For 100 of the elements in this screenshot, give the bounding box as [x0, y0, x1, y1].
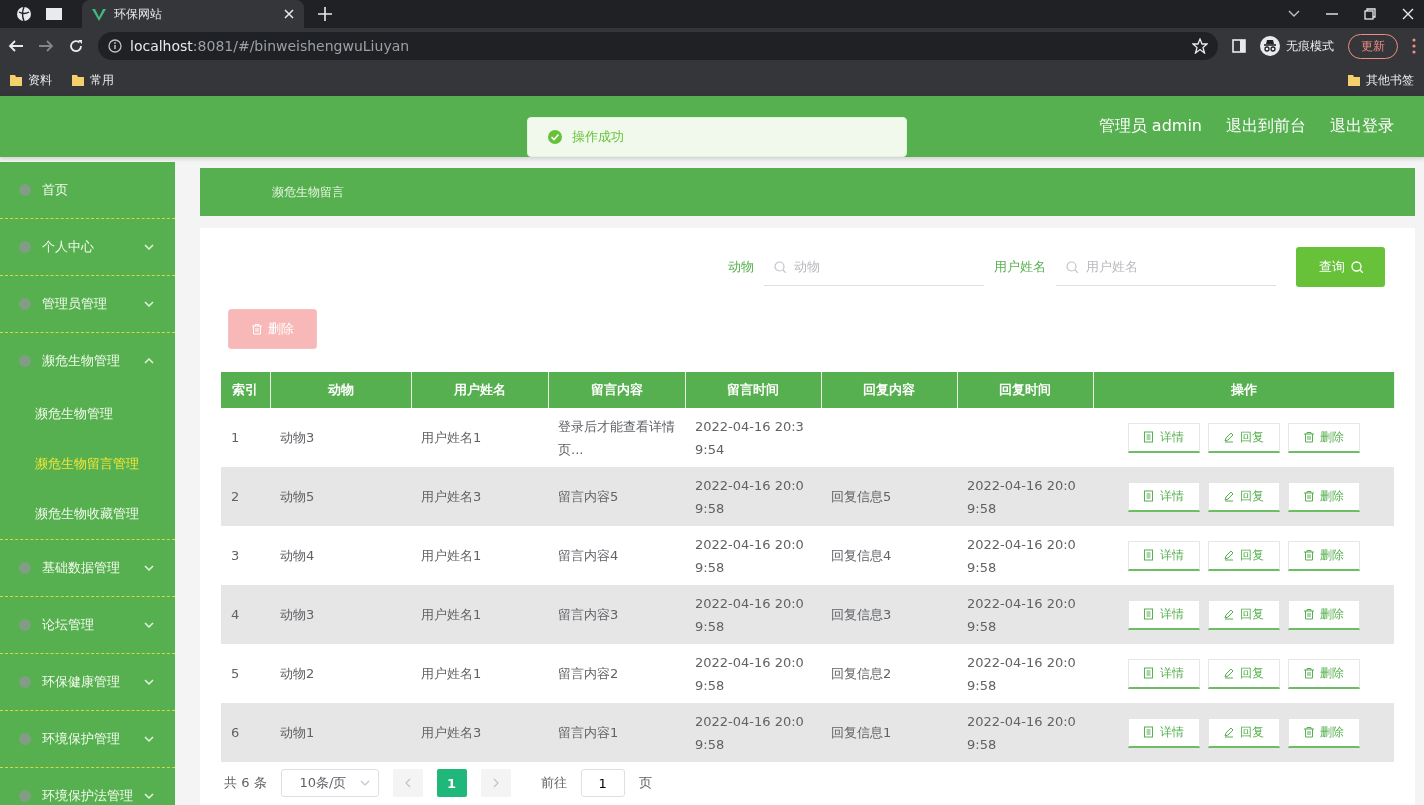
search-button[interactable]: 查询 — [1296, 247, 1385, 287]
menu-item[interactable]: 基础数据管理 — [0, 540, 175, 597]
table-cell: 留言内容2 — [548, 644, 685, 703]
trash-icon — [1303, 726, 1315, 738]
details-button[interactable]: 详情 — [1127, 658, 1200, 689]
menu-item[interactable]: 环保健康管理 — [0, 654, 175, 711]
menu-item[interactable]: 濒危生物管理 — [0, 333, 175, 389]
delete-button[interactable]: 删除 — [1287, 540, 1360, 571]
table-cell: 动物3 — [270, 408, 411, 467]
reply-button[interactable]: 回复 — [1207, 481, 1280, 512]
address-bar[interactable]: localhost:8081/#/binweishengwuLiuyan — [98, 32, 1218, 60]
document-icon — [1143, 431, 1155, 443]
table-cell: 2022-04-16 20:09:58 — [957, 526, 1093, 585]
delete-button[interactable]: 删除 — [1287, 658, 1360, 689]
reply-button[interactable]: 回复 — [1207, 599, 1280, 630]
delete-button[interactable]: 删除 — [1287, 717, 1360, 748]
menu-icon — [18, 354, 32, 368]
header-link[interactable]: 退出登录 — [1330, 116, 1394, 137]
bookmark[interactable]: 资料 — [10, 71, 52, 89]
table-cell: 6 — [221, 703, 270, 762]
table-cell: 动物3 — [270, 585, 411, 644]
table-cell: 登录后才能查看详情页... — [548, 408, 685, 467]
globe-icon[interactable] — [16, 6, 32, 22]
page-suffix: 页 — [638, 774, 652, 792]
close-icon[interactable] — [1402, 8, 1414, 20]
reply-button[interactable]: 回复 — [1207, 422, 1280, 453]
table-cell: 2022-04-16 20:09:58 — [685, 526, 821, 585]
details-button[interactable]: 详情 — [1127, 481, 1200, 512]
menu-item[interactable]: 论坛管理 — [0, 597, 175, 654]
menu-item[interactable]: 首页 — [0, 162, 175, 219]
back-icon[interactable] — [8, 38, 24, 54]
search-field[interactable]: 用户姓名 — [1084, 258, 1268, 275]
document-icon — [1143, 549, 1155, 561]
details-button[interactable]: 详情 — [1127, 540, 1200, 571]
browser-tab[interactable]: 环保网站 — [82, 0, 304, 28]
bookmark[interactable]: 其他书签 — [1348, 71, 1414, 89]
more-icon[interactable] — [1412, 38, 1416, 54]
page-input[interactable]: 1 — [580, 769, 625, 797]
table-cell: 留言内容3 — [548, 585, 685, 644]
table-cell: 2022-04-16 20:09:58 — [957, 644, 1093, 703]
trash-icon — [1303, 608, 1315, 620]
submenu-item[interactable]: 濒危生物收藏管理 — [0, 489, 175, 539]
reply-button[interactable]: 回复 — [1207, 540, 1280, 571]
reload-icon[interactable] — [68, 38, 84, 54]
delete-button[interactable]: 删除 — [1287, 422, 1360, 453]
plus-icon[interactable] — [318, 7, 332, 21]
pencil-icon — [1223, 431, 1235, 443]
chevron-down-icon[interactable] — [1288, 10, 1300, 18]
table-cell: 2022-04-16 20:39:54 — [685, 408, 821, 467]
menu-icon — [18, 732, 32, 746]
restore-icon[interactable] — [1364, 8, 1376, 20]
side-panel-icon[interactable] — [1232, 39, 1246, 53]
column-header: 索引 — [221, 372, 270, 408]
table-cell: 2022-04-16 20:09:58 — [957, 703, 1093, 762]
menu-icon — [18, 675, 32, 689]
table-cell: 回复信息5 — [821, 467, 957, 526]
table-cell: 2022-04-16 20:09:58 — [685, 467, 821, 526]
menu-item[interactable]: 环境保护管理 — [0, 711, 175, 768]
table-cell: 动物2 — [270, 644, 411, 703]
reply-button[interactable]: 回复 — [1207, 717, 1280, 748]
star-icon[interactable] — [1192, 38, 1208, 54]
table-cell: 2022-04-16 20:09:58 — [685, 703, 821, 762]
folder-icon — [1348, 73, 1360, 87]
info-icon[interactable] — [108, 39, 122, 53]
reply-button[interactable]: 回复 — [1207, 658, 1280, 689]
url-text: localhost:8081/#/binweishengwuLiuyan — [130, 38, 410, 54]
submenu-item[interactable]: 濒危生物留言管理 — [0, 439, 175, 489]
incognito-indicator[interactable]: 无痕模式 — [1260, 36, 1334, 56]
pencil-icon — [1223, 726, 1235, 738]
details-button[interactable]: 详情 — [1127, 599, 1200, 630]
menu-item[interactable]: 环境保护法管理 — [0, 768, 175, 805]
window-icon[interactable] — [46, 7, 62, 21]
breadcrumb[interactable]: 濒危生物留言 — [272, 183, 344, 201]
incognito-icon — [1260, 36, 1280, 56]
submenu-item[interactable]: 濒危生物管理 — [0, 389, 175, 439]
page-button[interactable]: 1 — [436, 769, 467, 797]
menu-item[interactable]: 管理员管理 — [0, 276, 175, 333]
table-cell: 1 — [221, 408, 270, 467]
forward-icon[interactable] — [38, 38, 54, 54]
table-cell: 回复信息4 — [821, 526, 957, 585]
trash-icon — [1303, 667, 1315, 679]
table-cell: 留言内容1 — [548, 703, 685, 762]
table-cell: 回复信息2 — [821, 644, 957, 703]
menu-icon — [18, 240, 32, 254]
header-link[interactable]: 退出到前台 — [1226, 116, 1306, 137]
delete-button[interactable]: 删除 — [1287, 599, 1360, 630]
close-icon[interactable] — [284, 9, 294, 19]
table-cell: 4 — [221, 585, 270, 644]
menu-icon — [18, 618, 32, 632]
search-field[interactable]: 动物 — [792, 258, 976, 275]
details-button[interactable]: 详情 — [1127, 717, 1200, 748]
table-cell: 用户姓名1 — [411, 408, 548, 467]
menu-icon — [18, 561, 32, 575]
delete-button[interactable]: 删除 — [1287, 481, 1360, 512]
document-icon — [1143, 726, 1155, 738]
bookmark[interactable]: 常用 — [72, 71, 114, 89]
details-button[interactable]: 详情 — [1127, 422, 1200, 453]
menu-item[interactable]: 个人中心 — [0, 219, 175, 276]
table-cell: 2022-04-16 20:09:58 — [957, 467, 1093, 526]
page-size-select[interactable]: 10条/页 — [280, 769, 379, 797]
